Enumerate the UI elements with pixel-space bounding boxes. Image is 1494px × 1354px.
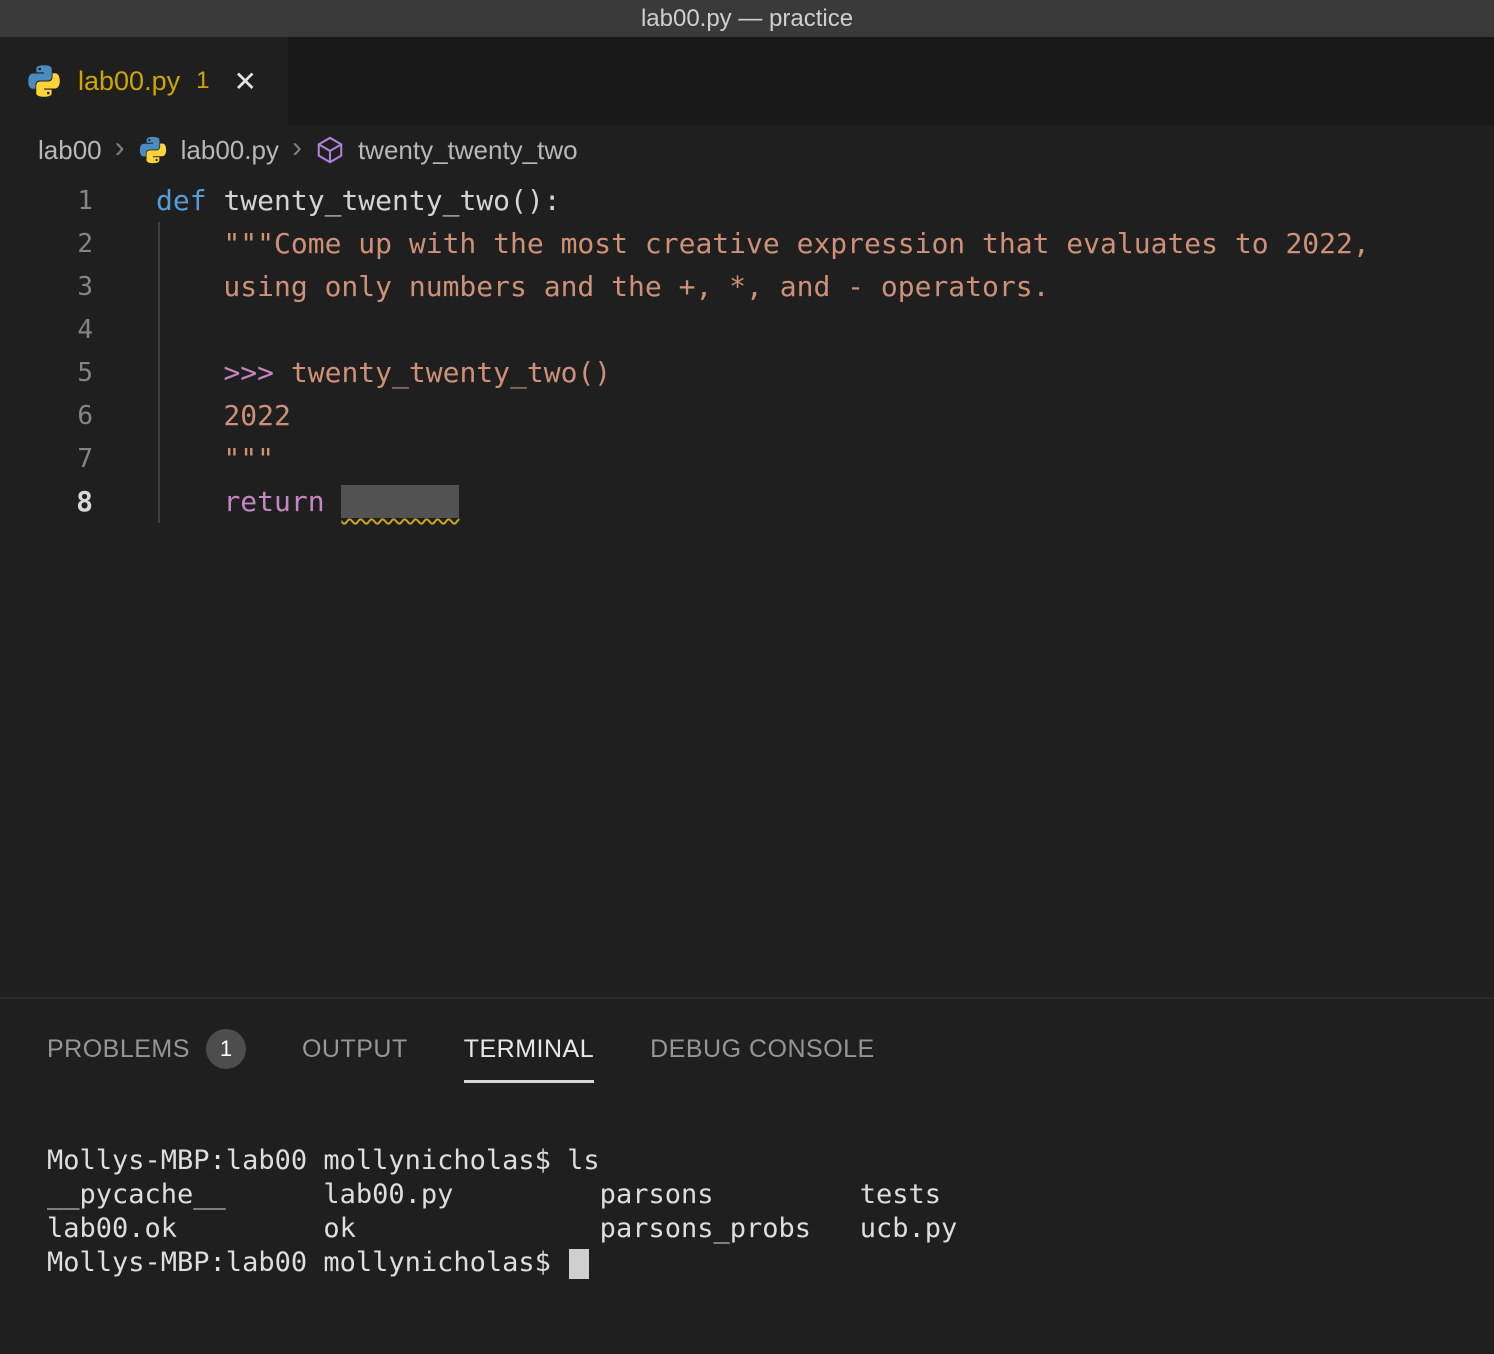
line-number[interactable]: 7 bbox=[0, 444, 93, 474]
panel-tab-label: TERMINAL bbox=[464, 1035, 594, 1064]
code-text: 2022 bbox=[93, 399, 291, 432]
tab-problems-badge: 1 bbox=[196, 67, 209, 95]
breadcrumb-file[interactable]: lab00.py bbox=[181, 135, 279, 166]
python-file-icon bbox=[26, 63, 62, 99]
tab-lab00-py[interactable]: lab00.py 1 ✕ bbox=[0, 37, 288, 125]
window-title: lab00.py — practice bbox=[641, 5, 853, 33]
window-titlebar: lab00.py — practice bbox=[0, 0, 1494, 37]
breadcrumb-folder[interactable]: lab00 bbox=[38, 135, 102, 166]
bottom-panel: PROBLEMS 1 OUTPUT TERMINAL DEBUG CONSOLE Mol… bbox=[0, 997, 1494, 1354]
indent-guide bbox=[158, 222, 160, 523]
editor-line[interactable]: 5 >>> twenty_twenty_two() bbox=[0, 351, 1494, 394]
panel-tab-label: PROBLEMS bbox=[47, 1035, 190, 1064]
panel-tab-terminal[interactable]: TERMINAL bbox=[464, 1035, 594, 1083]
symbol-namespace-icon bbox=[315, 135, 345, 165]
breadcrumb: lab00 › lab00.py › twenty_twenty_two bbox=[0, 125, 1494, 175]
editor-line[interactable]: 3 using only numbers and the +, *, and -… bbox=[0, 265, 1494, 308]
editor-line[interactable]: 2 """Come up with the most creative expr… bbox=[0, 222, 1494, 265]
terminal-line: Mollys-MBP:lab00 mollynicholas$ bbox=[47, 1246, 1494, 1280]
breadcrumb-symbol[interactable]: twenty_twenty_two bbox=[358, 135, 578, 166]
code-text: return bbox=[93, 485, 459, 518]
editor-lines: 1def twenty_twenty_two():2 """Come up wi… bbox=[0, 179, 1494, 523]
terminal-line: __pycache__ lab00.py parsons tests bbox=[47, 1178, 1494, 1212]
panel-tab-label: OUTPUT bbox=[302, 1035, 408, 1064]
code-text: using only numbers and the +, *, and - o… bbox=[93, 270, 1049, 303]
chevron-right-icon: › bbox=[292, 133, 302, 167]
tab-close-icon[interactable]: ✕ bbox=[233, 65, 256, 98]
editor-line[interactable]: 6 2022 bbox=[0, 394, 1494, 437]
line-number[interactable]: 2 bbox=[0, 229, 93, 259]
snippet-placeholder-warning[interactable] bbox=[341, 485, 459, 518]
chevron-right-icon: › bbox=[115, 133, 125, 167]
editor-line[interactable]: 7 """ bbox=[0, 437, 1494, 480]
line-number[interactable]: 5 bbox=[0, 358, 93, 388]
terminal-cursor bbox=[569, 1249, 589, 1279]
terminal-line: lab00.ok ok parsons_probs ucb.py bbox=[47, 1212, 1494, 1246]
line-number[interactable]: 4 bbox=[0, 315, 93, 345]
line-number[interactable]: 3 bbox=[0, 272, 93, 302]
code-text: def twenty_twenty_two(): bbox=[93, 184, 561, 217]
problems-count-badge: 1 bbox=[206, 1029, 246, 1069]
code-editor[interactable]: 1def twenty_twenty_two():2 """Come up wi… bbox=[0, 175, 1494, 997]
panel-tab-problems[interactable]: PROBLEMS 1 bbox=[47, 1029, 246, 1088]
code-text: """Come up with the most creative expres… bbox=[93, 227, 1370, 260]
terminal[interactable]: Mollys-MBP:lab00 mollynicholas$ ls__pyca… bbox=[47, 1144, 1494, 1280]
python-file-icon bbox=[138, 135, 168, 165]
panel-tab-debug-console[interactable]: DEBUG CONSOLE bbox=[650, 1035, 875, 1083]
code-text: """ bbox=[93, 442, 274, 475]
terminal-line: Mollys-MBP:lab00 mollynicholas$ ls bbox=[47, 1144, 1494, 1178]
editor-line[interactable]: 4 bbox=[0, 308, 1494, 351]
panel-tab-bar: PROBLEMS 1 OUTPUT TERMINAL DEBUG CONSOLE bbox=[0, 999, 1494, 1088]
editor-line[interactable]: 1def twenty_twenty_two(): bbox=[0, 179, 1494, 222]
line-number[interactable]: 8 bbox=[0, 485, 93, 518]
tab-filename: lab00.py bbox=[78, 66, 180, 97]
editor-line[interactable]: 8 return bbox=[0, 480, 1494, 523]
editor-tab-strip: lab00.py 1 ✕ bbox=[0, 37, 1494, 125]
line-number[interactable]: 6 bbox=[0, 401, 93, 431]
code-text: >>> twenty_twenty_two() bbox=[93, 356, 611, 389]
line-number[interactable]: 1 bbox=[0, 186, 93, 216]
panel-tab-output[interactable]: OUTPUT bbox=[302, 1035, 408, 1083]
panel-tab-label: DEBUG CONSOLE bbox=[650, 1035, 875, 1064]
